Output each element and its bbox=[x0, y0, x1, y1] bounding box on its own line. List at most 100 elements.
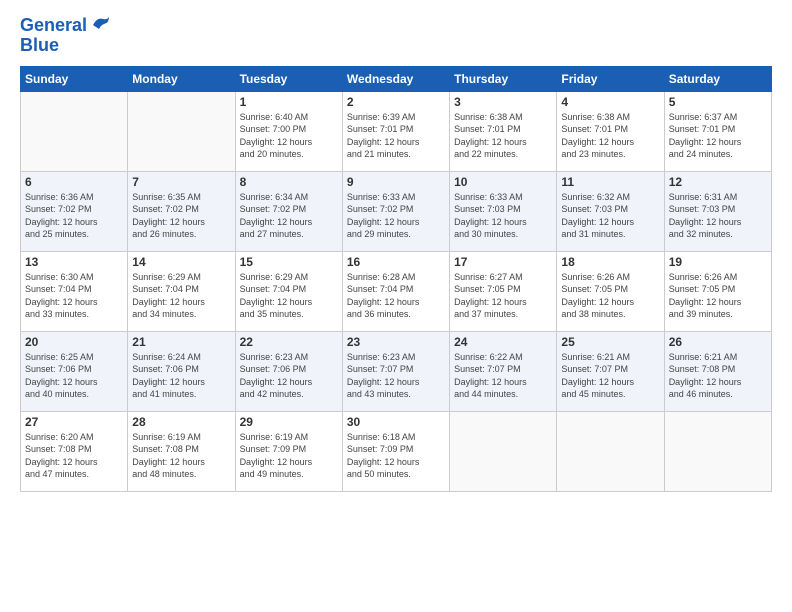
day-number: 30 bbox=[347, 415, 445, 429]
calendar-cell: 28Sunrise: 6:19 AM Sunset: 7:08 PM Dayli… bbox=[128, 411, 235, 491]
calendar-cell: 21 Sunrise: 6:24 AM Sunset: 7:06 PM Dayli… bbox=[128, 331, 235, 411]
day-number: 20 bbox=[25, 335, 123, 349]
calendar-cell: 22 Sunrise: 6:23 AM Sunset: 7:06 PM Dayli… bbox=[235, 331, 342, 411]
calendar-cell: 29 Sunrise: 6:19 AM Sunset: 7:09 PM Dayli… bbox=[235, 411, 342, 491]
calendar-cell: 13Sunrise: 6:30 AM Sunset: 7:04 PM Dayli… bbox=[21, 251, 128, 331]
day-info: Sunrise: 6:37 AM Sunset: 7:01 PM Dayligh… bbox=[669, 111, 767, 161]
day-number: 25 bbox=[561, 335, 659, 349]
day-number: 13 bbox=[25, 255, 123, 269]
day-number: 5 bbox=[669, 95, 767, 109]
day-number: 14 bbox=[132, 255, 230, 269]
calendar-cell: 15 Sunrise: 6:29 AM Sunset: 7:04 PM Dayli… bbox=[235, 251, 342, 331]
calendar-cell: 19 Sunrise: 6:26 AM Sunset: 7:05 PM Dayli… bbox=[664, 251, 771, 331]
day-info: Sunrise: 6:33 AM Sunset: 7:02 PM Dayligh… bbox=[347, 191, 445, 241]
calendar-cell bbox=[128, 91, 235, 171]
calendar-cell: 20 Sunrise: 6:25 AM Sunset: 7:06 PM Dayli… bbox=[21, 331, 128, 411]
day-number: 29 bbox=[240, 415, 338, 429]
calendar-cell: 25 Sunrise: 6:21 AM Sunset: 7:07 PM Dayli… bbox=[557, 331, 664, 411]
day-info: Sunrise: 6:20 AM Sunset: 7:08 PM Dayligh… bbox=[25, 431, 123, 481]
page: General Blue SundayMondayTuesdayWednesda… bbox=[0, 0, 792, 612]
day-info: Sunrise: 6:23 AM Sunset: 7:07 PM Dayligh… bbox=[347, 351, 445, 401]
day-info: Sunrise: 6:40 AM Sunset: 7:00 PM Dayligh… bbox=[240, 111, 338, 161]
day-number: 23 bbox=[347, 335, 445, 349]
day-number: 10 bbox=[454, 175, 552, 189]
calendar-row: 1 Sunrise: 6:40 AM Sunset: 7:00 PM Daylig… bbox=[21, 91, 772, 171]
day-info: Sunrise: 6:26 AM Sunset: 7:05 PM Dayligh… bbox=[561, 271, 659, 321]
calendar-cell: 23 Sunrise: 6:23 AM Sunset: 7:07 PM Dayli… bbox=[342, 331, 449, 411]
calendar-cell: 5 Sunrise: 6:37 AM Sunset: 7:01 PM Daylig… bbox=[664, 91, 771, 171]
calendar-cell bbox=[664, 411, 771, 491]
day-info: Sunrise: 6:24 AM Sunset: 7:06 PM Dayligh… bbox=[132, 351, 230, 401]
day-info: Sunrise: 6:18 AM Sunset: 7:09 PM Dayligh… bbox=[347, 431, 445, 481]
day-info: Sunrise: 6:29 AM Sunset: 7:04 PM Dayligh… bbox=[240, 271, 338, 321]
calendar-cell: 26Sunrise: 6:21 AM Sunset: 7:08 PM Dayli… bbox=[664, 331, 771, 411]
calendar-row: 6 Sunrise: 6:36 AM Sunset: 7:02 PM Daylig… bbox=[21, 171, 772, 251]
day-number: 27 bbox=[25, 415, 123, 429]
calendar-cell: 1 Sunrise: 6:40 AM Sunset: 7:00 PM Daylig… bbox=[235, 91, 342, 171]
weekday-header-thursday: Thursday bbox=[450, 66, 557, 91]
day-number: 18 bbox=[561, 255, 659, 269]
day-number: 1 bbox=[240, 95, 338, 109]
day-info: Sunrise: 6:32 AM Sunset: 7:03 PM Dayligh… bbox=[561, 191, 659, 241]
logo-bird-icon bbox=[89, 15, 111, 33]
calendar-cell bbox=[21, 91, 128, 171]
calendar-cell: 24 Sunrise: 6:22 AM Sunset: 7:07 PM Dayli… bbox=[450, 331, 557, 411]
day-number: 4 bbox=[561, 95, 659, 109]
day-number: 3 bbox=[454, 95, 552, 109]
day-number: 24 bbox=[454, 335, 552, 349]
calendar-cell: 17 Sunrise: 6:27 AM Sunset: 7:05 PM Dayli… bbox=[450, 251, 557, 331]
day-info: Sunrise: 6:38 AM Sunset: 7:01 PM Dayligh… bbox=[561, 111, 659, 161]
day-number: 19 bbox=[669, 255, 767, 269]
calendar-cell: 12Sunrise: 6:31 AM Sunset: 7:03 PM Dayli… bbox=[664, 171, 771, 251]
calendar-header-row: SundayMondayTuesdayWednesdayThursdayFrid… bbox=[21, 66, 772, 91]
day-info: Sunrise: 6:33 AM Sunset: 7:03 PM Dayligh… bbox=[454, 191, 552, 241]
day-info: Sunrise: 6:38 AM Sunset: 7:01 PM Dayligh… bbox=[454, 111, 552, 161]
calendar-row: 13Sunrise: 6:30 AM Sunset: 7:04 PM Dayli… bbox=[21, 251, 772, 331]
day-number: 17 bbox=[454, 255, 552, 269]
calendar-cell: 18 Sunrise: 6:26 AM Sunset: 7:05 PM Dayli… bbox=[557, 251, 664, 331]
calendar-table: SundayMondayTuesdayWednesdayThursdayFrid… bbox=[20, 66, 772, 492]
day-info: Sunrise: 6:22 AM Sunset: 7:07 PM Dayligh… bbox=[454, 351, 552, 401]
day-info: Sunrise: 6:26 AM Sunset: 7:05 PM Dayligh… bbox=[669, 271, 767, 321]
calendar-cell: 2Sunrise: 6:39 AM Sunset: 7:01 PM Daylig… bbox=[342, 91, 449, 171]
calendar-cell: 10 Sunrise: 6:33 AM Sunset: 7:03 PM Dayli… bbox=[450, 171, 557, 251]
calendar-cell: 3 Sunrise: 6:38 AM Sunset: 7:01 PM Daylig… bbox=[450, 91, 557, 171]
logo: General Blue bbox=[20, 16, 111, 56]
weekday-header-sunday: Sunday bbox=[21, 66, 128, 91]
day-number: 28 bbox=[132, 415, 230, 429]
calendar-row: 27 Sunrise: 6:20 AM Sunset: 7:08 PM Dayli… bbox=[21, 411, 772, 491]
day-info: Sunrise: 6:23 AM Sunset: 7:06 PM Dayligh… bbox=[240, 351, 338, 401]
calendar-cell: 6 Sunrise: 6:36 AM Sunset: 7:02 PM Daylig… bbox=[21, 171, 128, 251]
weekday-header-wednesday: Wednesday bbox=[342, 66, 449, 91]
day-info: Sunrise: 6:27 AM Sunset: 7:05 PM Dayligh… bbox=[454, 271, 552, 321]
day-info: Sunrise: 6:25 AM Sunset: 7:06 PM Dayligh… bbox=[25, 351, 123, 401]
day-info: Sunrise: 6:28 AM Sunset: 7:04 PM Dayligh… bbox=[347, 271, 445, 321]
calendar-cell: 9 Sunrise: 6:33 AM Sunset: 7:02 PM Daylig… bbox=[342, 171, 449, 251]
logo-text: General bbox=[20, 16, 87, 36]
day-number: 15 bbox=[240, 255, 338, 269]
day-number: 6 bbox=[25, 175, 123, 189]
calendar-cell: 4 Sunrise: 6:38 AM Sunset: 7:01 PM Daylig… bbox=[557, 91, 664, 171]
day-info: Sunrise: 6:29 AM Sunset: 7:04 PM Dayligh… bbox=[132, 271, 230, 321]
day-info: Sunrise: 6:34 AM Sunset: 7:02 PM Dayligh… bbox=[240, 191, 338, 241]
weekday-header-monday: Monday bbox=[128, 66, 235, 91]
calendar-cell: 27 Sunrise: 6:20 AM Sunset: 7:08 PM Dayli… bbox=[21, 411, 128, 491]
calendar-cell: 7Sunrise: 6:35 AM Sunset: 7:02 PM Daylig… bbox=[128, 171, 235, 251]
header: General Blue bbox=[20, 16, 772, 56]
day-number: 22 bbox=[240, 335, 338, 349]
day-info: Sunrise: 6:19 AM Sunset: 7:09 PM Dayligh… bbox=[240, 431, 338, 481]
day-info: Sunrise: 6:36 AM Sunset: 7:02 PM Dayligh… bbox=[25, 191, 123, 241]
calendar-cell: 16Sunrise: 6:28 AM Sunset: 7:04 PM Dayli… bbox=[342, 251, 449, 331]
day-number: 7 bbox=[132, 175, 230, 189]
day-number: 11 bbox=[561, 175, 659, 189]
logo-text2: Blue bbox=[20, 36, 111, 56]
day-number: 2 bbox=[347, 95, 445, 109]
day-number: 21 bbox=[132, 335, 230, 349]
day-number: 9 bbox=[347, 175, 445, 189]
calendar-cell: 14 Sunrise: 6:29 AM Sunset: 7:04 PM Dayli… bbox=[128, 251, 235, 331]
weekday-header-saturday: Saturday bbox=[664, 66, 771, 91]
weekday-header-tuesday: Tuesday bbox=[235, 66, 342, 91]
calendar-cell bbox=[557, 411, 664, 491]
day-info: Sunrise: 6:21 AM Sunset: 7:07 PM Dayligh… bbox=[561, 351, 659, 401]
calendar-cell bbox=[450, 411, 557, 491]
